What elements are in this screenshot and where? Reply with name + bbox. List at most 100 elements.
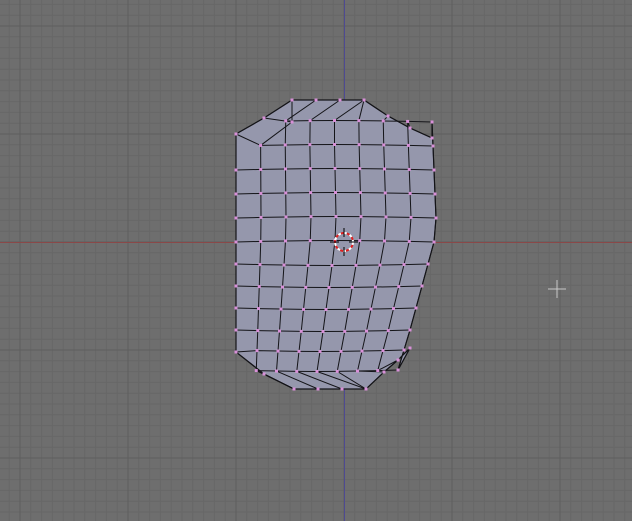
mesh-vertex[interactable] <box>284 119 288 123</box>
3d-viewport[interactable] <box>0 0 632 521</box>
mesh-vertex[interactable] <box>350 285 354 289</box>
mesh-vertex[interactable] <box>360 349 364 353</box>
mesh-vertex[interactable] <box>414 306 418 310</box>
mesh-vertex[interactable] <box>302 307 305 311</box>
mesh-vertex[interactable] <box>382 370 386 374</box>
mesh-vertex[interactable] <box>420 284 424 288</box>
mesh-vertex[interactable] <box>308 143 312 147</box>
mesh-vertex[interactable] <box>333 119 336 122</box>
mesh-vertex[interactable] <box>297 349 301 353</box>
mesh-vertex[interactable] <box>234 132 238 136</box>
mesh-vertex[interactable] <box>290 120 294 124</box>
mesh-vertex[interactable] <box>316 387 320 391</box>
mesh-vertex[interactable] <box>333 167 337 170</box>
mesh-vertex[interactable] <box>295 369 299 373</box>
mesh-vertex[interactable] <box>407 239 411 243</box>
mesh-vertex[interactable] <box>340 387 344 391</box>
mesh-vertex[interactable] <box>343 329 347 333</box>
mesh-vertex[interactable] <box>282 263 286 267</box>
mesh-vertex[interactable] <box>255 349 259 353</box>
mesh-vertex[interactable] <box>330 264 334 267</box>
mesh-vertex[interactable] <box>362 98 366 102</box>
mesh-vertex[interactable] <box>259 215 263 219</box>
mesh-vertex[interactable] <box>386 329 390 333</box>
mesh-vertex[interactable] <box>408 191 412 195</box>
mesh-vertex[interactable] <box>259 167 263 171</box>
mesh-vertex[interactable] <box>308 167 312 171</box>
mesh-vertex[interactable] <box>234 306 238 310</box>
mesh-vertex[interactable] <box>359 215 363 219</box>
mesh-vertex[interactable] <box>406 119 410 123</box>
mesh-vertex[interactable] <box>234 216 238 220</box>
mesh-vertex[interactable] <box>430 120 434 124</box>
mesh-vertex[interactable] <box>397 285 401 289</box>
mesh-vertex[interactable] <box>262 116 266 120</box>
mesh-vertex[interactable] <box>369 307 373 311</box>
mesh-vertex[interactable] <box>383 239 386 243</box>
mesh-vertex[interactable] <box>284 191 288 195</box>
mesh-vertex[interactable] <box>347 307 350 311</box>
mesh-vertex[interactable] <box>234 350 238 354</box>
mesh-vertex[interactable] <box>309 215 313 219</box>
mesh-vertex[interactable] <box>384 215 388 219</box>
mesh-vertex[interactable] <box>383 191 387 195</box>
mesh-vertex[interactable] <box>339 349 343 353</box>
mesh-vertex[interactable] <box>234 240 238 244</box>
mesh-vertex[interactable] <box>262 372 266 376</box>
mesh-vertex[interactable] <box>284 215 288 219</box>
mesh-vertex[interactable] <box>358 191 362 195</box>
mesh-vertex[interactable] <box>315 370 319 373</box>
mesh-vertex[interactable] <box>408 328 412 332</box>
mesh-vertex[interactable] <box>259 239 263 243</box>
mesh-vertex[interactable] <box>383 167 386 171</box>
mesh-vertex[interactable] <box>381 349 385 353</box>
mesh-vertex[interactable] <box>358 239 362 243</box>
mesh-vertex[interactable] <box>432 240 436 244</box>
mesh-vertex[interactable] <box>299 329 303 333</box>
mesh-vertex[interactable] <box>314 98 318 102</box>
mesh-vertex[interactable] <box>309 191 313 195</box>
mesh-vertex[interactable] <box>378 263 382 267</box>
mesh-vertex[interactable] <box>290 98 294 102</box>
mesh-vertex[interactable] <box>284 167 287 171</box>
mesh-vertex[interactable] <box>257 307 260 311</box>
mesh-vertex[interactable] <box>374 285 377 289</box>
mesh-vertex[interactable] <box>318 350 322 353</box>
mesh-vertex[interactable] <box>408 346 412 350</box>
mesh-vertex[interactable] <box>234 262 238 266</box>
mesh-vertex[interactable] <box>259 143 263 147</box>
mesh-vertex[interactable] <box>358 167 362 171</box>
mesh-vertex[interactable] <box>357 143 361 147</box>
mesh-vertex[interactable] <box>327 286 331 289</box>
mesh-vertex[interactable] <box>257 285 261 289</box>
mesh-vertex[interactable] <box>357 119 361 123</box>
viewport-canvas[interactable] <box>0 0 632 521</box>
mesh-vertex[interactable] <box>335 369 339 373</box>
mesh-vertex[interactable] <box>279 307 283 311</box>
mesh-vertex[interactable] <box>334 215 338 218</box>
mesh-vertex[interactable] <box>234 284 238 288</box>
mesh-vertex[interactable] <box>402 263 406 267</box>
mesh-vertex[interactable] <box>392 307 395 311</box>
mesh-vertex[interactable] <box>283 143 287 147</box>
mesh-vertex[interactable] <box>356 369 359 373</box>
mesh-vertex[interactable] <box>284 239 287 243</box>
mesh-vertex[interactable] <box>308 119 312 123</box>
mesh-vertex[interactable] <box>258 263 262 267</box>
mesh-vertex[interactable] <box>304 285 308 289</box>
mesh-vertex[interactable] <box>409 215 413 219</box>
mesh-vertex[interactable] <box>234 328 238 332</box>
mesh-vertex[interactable] <box>364 387 368 391</box>
mesh-vertex[interactable] <box>432 168 436 172</box>
mesh-vertex[interactable] <box>278 329 281 333</box>
mesh-vertex[interactable] <box>281 285 284 289</box>
mesh-vertex[interactable] <box>234 168 238 172</box>
mesh-vertex[interactable] <box>381 119 385 123</box>
mesh-vertex[interactable] <box>431 144 435 148</box>
mesh-vertex[interactable] <box>430 136 434 140</box>
mesh-vertex[interactable] <box>407 167 411 171</box>
mesh-vertex[interactable] <box>433 192 437 196</box>
mesh-vertex[interactable] <box>408 126 412 130</box>
mesh-vertex[interactable] <box>334 191 337 194</box>
mesh-vertex[interactable] <box>234 192 238 196</box>
